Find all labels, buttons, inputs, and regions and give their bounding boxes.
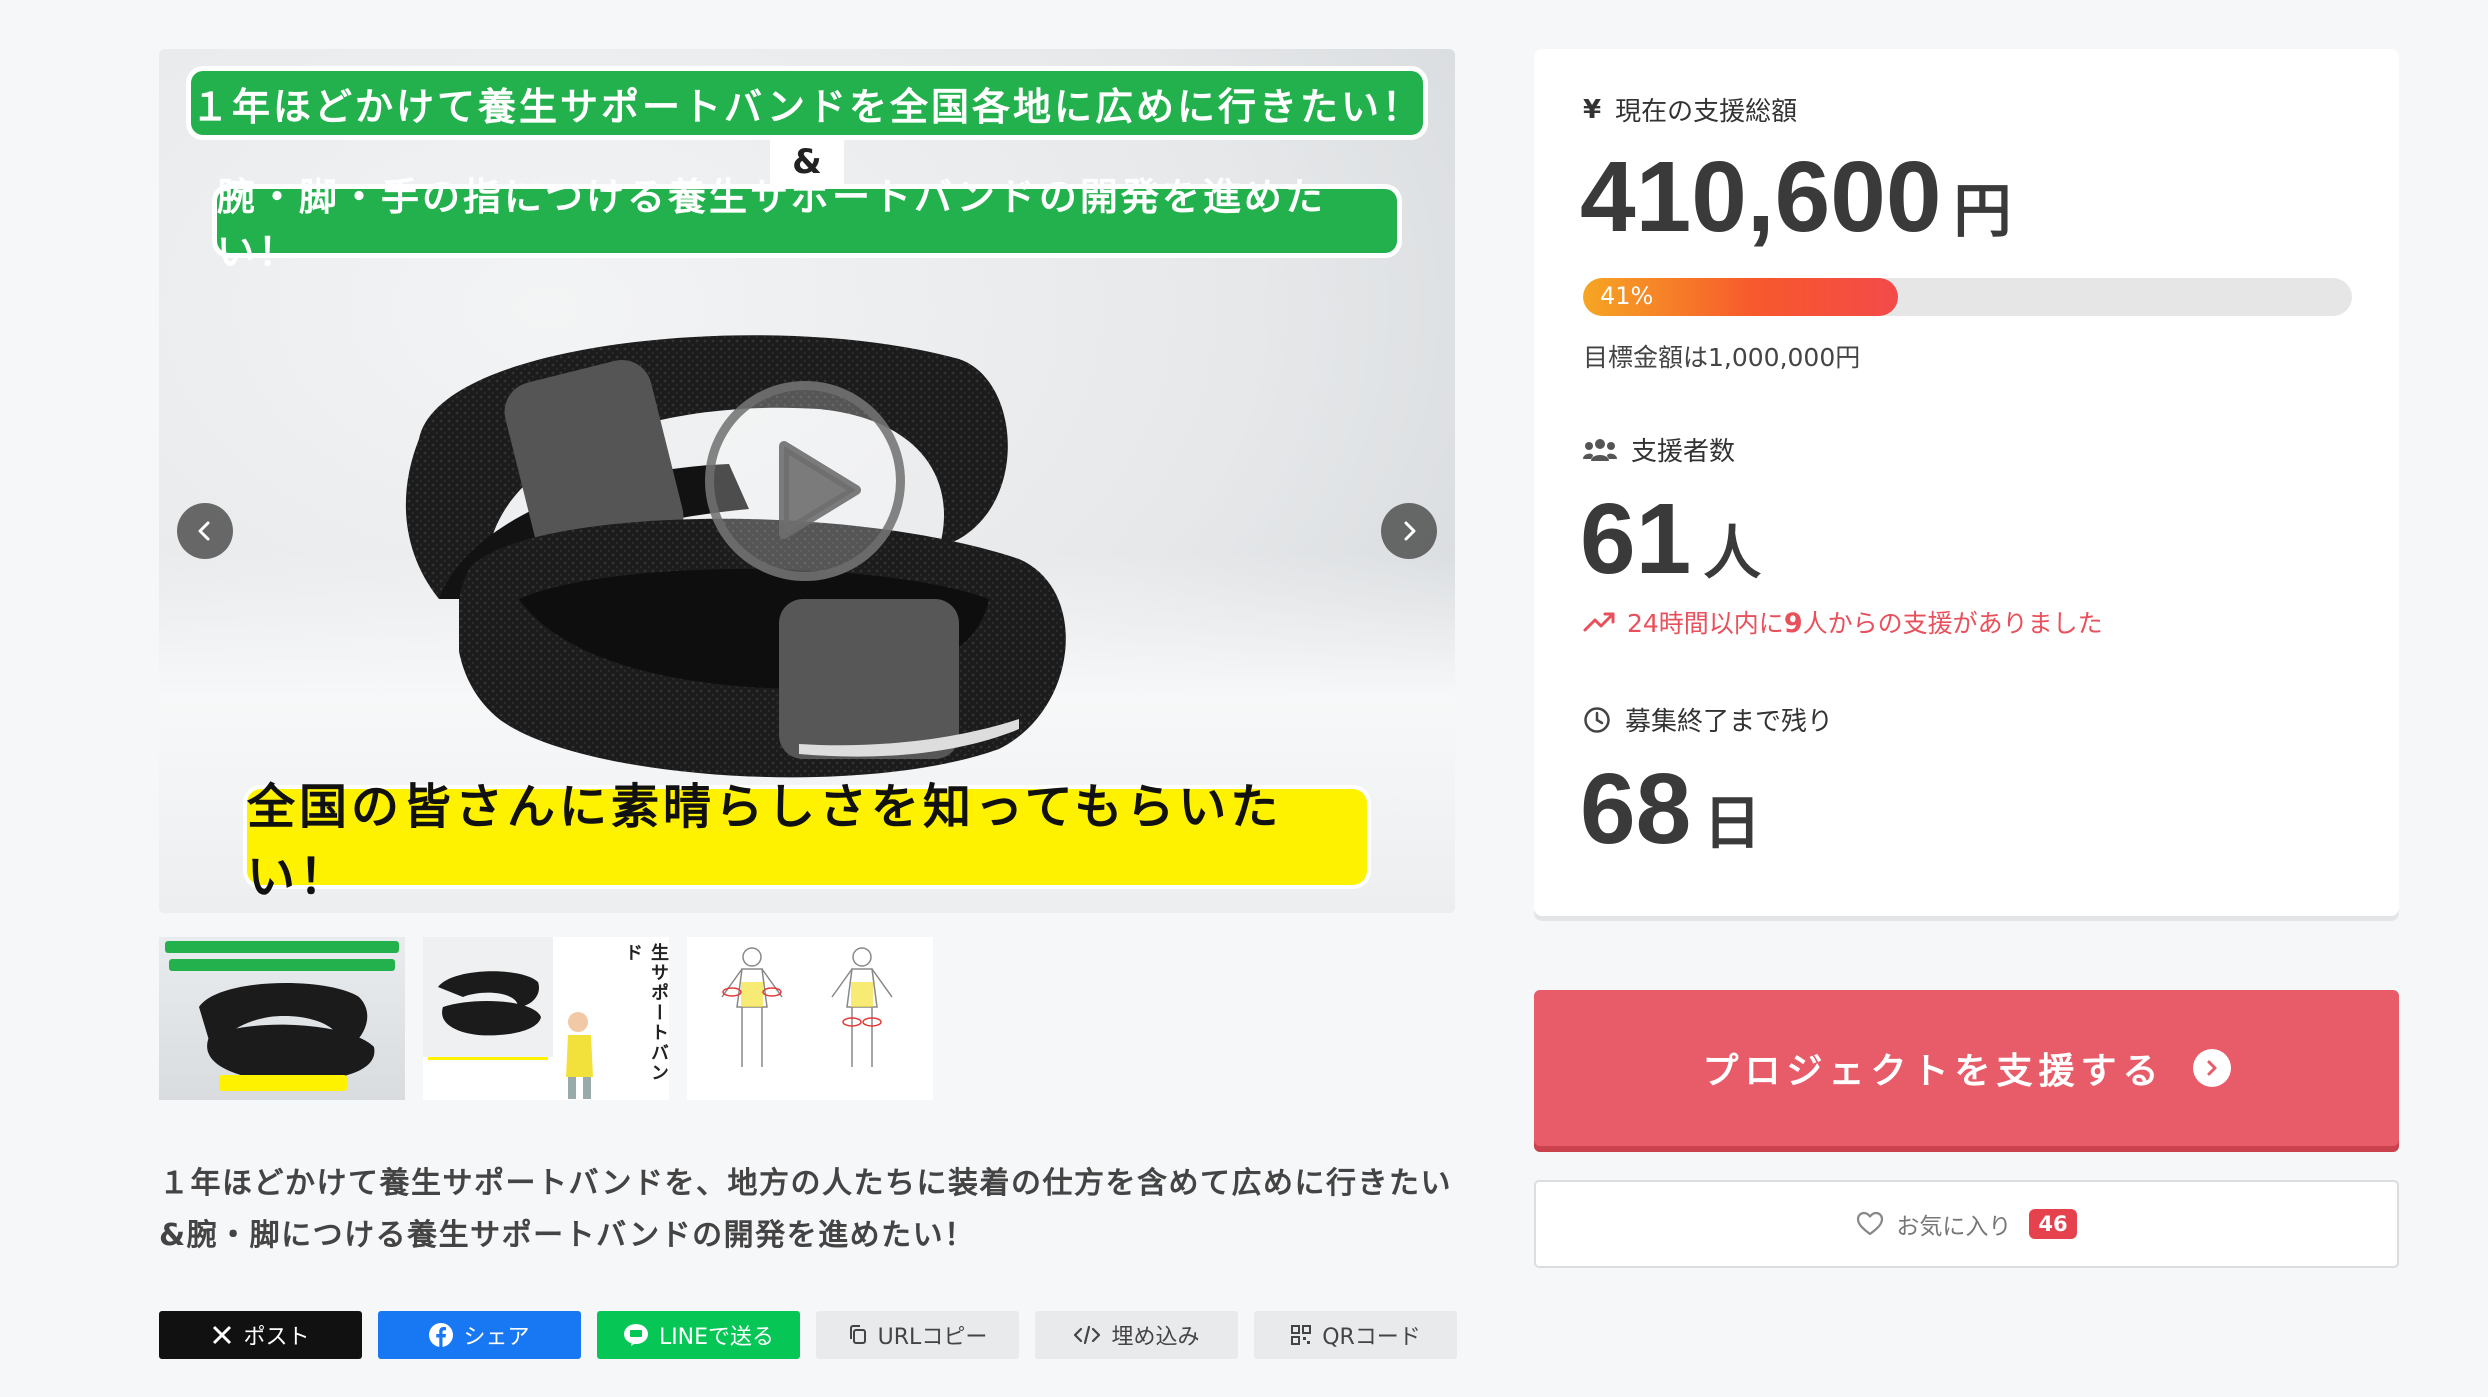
chevron-left-icon bbox=[198, 521, 210, 541]
play-video-button[interactable] bbox=[705, 381, 905, 581]
carousel-next-button[interactable] bbox=[1381, 503, 1437, 559]
favorite-count-badge: 46 bbox=[2029, 1209, 2077, 1239]
remaining-days: 68 日 bbox=[1580, 753, 1762, 865]
x-logo-icon bbox=[213, 1325, 232, 1345]
play-icon bbox=[779, 441, 861, 539]
chevron-right-icon bbox=[1404, 521, 1416, 541]
supporters-unit: 人 bbox=[1703, 519, 1762, 587]
thumbnail-image bbox=[721, 947, 893, 1067]
line-icon bbox=[623, 1324, 648, 1346]
project-summary: １年ほどかけて養生サポートバンドを、地方の人たちに装着の仕方を含めて広めに行きた… bbox=[159, 1166, 1452, 1253]
total-amount: 410,600 円 bbox=[1580, 141, 2012, 253]
project-hero-video[interactable]: １年ほどかけて養生サポートバンドを全国各地に広めに行きたい！ & 腕・脚・手の指… bbox=[159, 49, 1455, 913]
qr-code-label: QRコード bbox=[1322, 1325, 1421, 1350]
facebook-icon bbox=[429, 1323, 454, 1347]
total-amount-label: ¥ 現在の支援総額 bbox=[1583, 94, 1798, 128]
copy-url-button[interactable]: URLコピー bbox=[816, 1311, 1019, 1359]
progress-percent: 41% bbox=[1600, 282, 1654, 310]
funding-stats-card: ¥ 現在の支援総額 410,600 円 41% 目標金額は1,000,000円 支… bbox=[1534, 49, 2399, 916]
funding-progress-bar: 41% bbox=[1583, 278, 2352, 316]
qr-code-button[interactable]: QRコード bbox=[1254, 1311, 1457, 1359]
thumbnail-2-vertical-text: 生サポートバンド bbox=[622, 943, 669, 1083]
thumbnail-3[interactable] bbox=[687, 937, 933, 1100]
remaining-days-unit: 日 bbox=[1703, 789, 1762, 857]
thumbnail-1[interactable] bbox=[159, 937, 405, 1100]
share-x-button[interactable]: ポスト bbox=[159, 1311, 362, 1359]
copy-url-label: URLコピー bbox=[877, 1325, 988, 1350]
banner-headline-1: １年ほどかけて養生サポートバンドを全国各地に広めに行きたい！ bbox=[191, 71, 1423, 135]
share-facebook-button[interactable]: シェア bbox=[378, 1311, 581, 1359]
supporters-count: 61 人 bbox=[1580, 483, 1762, 595]
support-project-label: プロジェクトを支援する bbox=[1702, 1051, 2165, 1092]
recent-support-count: 9 bbox=[1783, 608, 1803, 639]
heart-icon bbox=[1857, 1211, 1884, 1236]
thumbnail-strip: 生サポートバンド bbox=[159, 937, 933, 1100]
support-project-button[interactable]: プロジェクトを支援する bbox=[1534, 990, 2399, 1146]
chevron-right-circle-icon bbox=[2192, 1049, 2231, 1087]
share-line-button[interactable]: LINEで送る bbox=[597, 1311, 800, 1359]
embed-button[interactable]: 埋め込み bbox=[1035, 1311, 1238, 1359]
favorite-button[interactable]: お気に入り 46 bbox=[1534, 1180, 2399, 1268]
favorite-label: お気に入り bbox=[1896, 1214, 2012, 1240]
trending-up-icon bbox=[1583, 612, 1615, 632]
share-line-label: LINEで送る bbox=[658, 1325, 775, 1350]
clock-icon bbox=[1584, 706, 1610, 733]
yen-icon: ¥ bbox=[1583, 94, 1602, 125]
users-icon bbox=[1583, 438, 1617, 461]
thumbnail-2[interactable]: 生サポートバンド bbox=[423, 937, 669, 1100]
code-icon bbox=[1074, 1325, 1101, 1345]
remaining-time-label: 募集終了まで残り bbox=[1583, 701, 1833, 738]
total-amount-unit: 円 bbox=[1953, 177, 2012, 245]
supporters-label: 支援者数 bbox=[1583, 431, 1735, 468]
banner-subheadline: 全国の皆さんに素晴らしさを知ってもらいたい！ bbox=[247, 779, 1367, 905]
share-facebook-label: シェア bbox=[463, 1325, 530, 1350]
banner-headline-2: 腕・脚・手の指につける養生サポートバンドの開発を進めたい！ bbox=[217, 175, 1397, 274]
share-buttons: ポスト シェア LINEで送る URLコピー 埋め込み QRコード bbox=[159, 1311, 1457, 1359]
thumbnail-image bbox=[165, 941, 399, 1091]
recent-support-notice: 24時間以内に9人からの支援がありました bbox=[1583, 604, 2103, 640]
goal-amount: 目標金額は1,000,000円 bbox=[1583, 343, 1861, 372]
funding-progress-fill: 41% bbox=[1583, 278, 1899, 316]
copy-icon bbox=[849, 1325, 866, 1344]
qr-code-icon bbox=[1291, 1325, 1312, 1345]
embed-label: 埋め込み bbox=[1111, 1325, 1200, 1350]
carousel-prev-button[interactable] bbox=[177, 503, 233, 559]
share-x-label: ポスト bbox=[243, 1325, 310, 1350]
